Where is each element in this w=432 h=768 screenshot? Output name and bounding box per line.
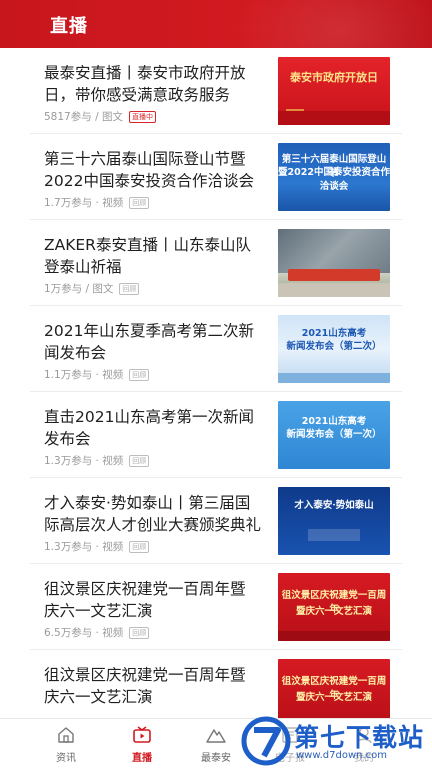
header-decoration: [232, 0, 432, 48]
item-thumbnail[interactable]: 徂汶景区庆祝建党一百周年 暨庆六一文艺汇演: [278, 573, 390, 641]
status-badge: 回顾: [129, 541, 150, 553]
thumbnail-text: 2021山东高考: [301, 416, 367, 427]
item-type: 视频: [102, 627, 124, 639]
item-meta: 6.5万参与 · 视频 回顾: [44, 625, 150, 640]
thumbnail-base: [278, 631, 390, 641]
item-type: 视频: [102, 541, 124, 553]
status-badge: 直播中: [128, 111, 156, 123]
list-item[interactable]: 最泰安直播丨泰安市政府开放日，带你感受满意政务服务 5817参与 / 图文 直播中…: [30, 48, 402, 134]
item-thumbnail[interactable]: 徂汶景区庆祝建党一百周年 暨庆六一文艺汇演: [278, 659, 390, 718]
list-item[interactable]: 2021年山东夏季高考第二次新闻发布会 1.1万参与 · 视频 回顾 2021山东…: [30, 306, 402, 392]
list-item[interactable]: 才入泰安·势如泰山丨第三届国际高层次人才创业大赛颁奖典礼 1.3万参与 · 视频…: [30, 478, 402, 564]
live-icon: [133, 726, 151, 743]
item-type: 视频: [102, 455, 124, 467]
tab-news[interactable]: 资讯: [30, 719, 102, 768]
item-participants: 5817参与: [44, 111, 92, 123]
item-title: ZAKER泰安直播丨山东泰山队登泰山祈福: [44, 236, 251, 276]
item-title: 徂汶景区庆祝建党一百周年暨 庆六一文艺汇演: [44, 580, 246, 620]
item-title: 才入泰安·势如泰山丨第三届国际高层次人才创业大赛颁奖典礼: [44, 494, 262, 534]
item-thumbnail[interactable]: 第三十六届泰山国际登山节 暨2022中国泰安投资合作洽谈会: [278, 143, 390, 211]
thumbnail-base: [278, 111, 390, 125]
live-list[interactable]: 最泰安直播丨泰安市政府开放日，带你感受满意政务服务 5817参与 / 图文 直播中…: [0, 48, 432, 718]
status-badge: 回顾: [119, 283, 140, 295]
list-item[interactable]: 徂汶景区庆祝建党一百周年暨 庆六一文艺汇演 徂汶景区庆祝建党一百周年 暨庆六一文…: [30, 650, 402, 718]
item-title: 第三十六届泰山国际登山节暨2022中国泰安投资合作洽谈会: [44, 150, 254, 190]
page-title: 直播: [50, 16, 88, 37]
home-icon: [58, 727, 74, 743]
site-watermark: 第七下载站 www.d7down.com: [240, 714, 430, 768]
item-type: 图文: [92, 283, 114, 295]
item-participants: 1万参与: [44, 283, 83, 295]
item-type: 图文: [101, 111, 123, 123]
item-title: 最泰安直播丨泰安市政府开放日，带你感受满意政务服务: [44, 64, 246, 104]
item-meta: 5817参与 / 图文 直播中: [44, 109, 156, 124]
item-title: 2021年山东夏季高考第二次新闻发布会: [44, 322, 254, 362]
thumbnail-ground: [278, 283, 390, 297]
item-title: 直击2021山东高考第一次新闻发布会: [44, 408, 254, 448]
item-participants: 1.7万参与: [44, 197, 93, 209]
thumbnail-highlight: [308, 529, 360, 541]
item-thumbnail[interactable]: 2021山东高考 新闻发布会（第二次）: [278, 315, 390, 383]
item-participants: 1.3万参与: [44, 541, 93, 553]
item-participants: 1.3万参与: [44, 455, 93, 467]
thumbnail-text: 才入泰安·势如泰山: [294, 500, 374, 511]
item-meta: 1.7万参与 · 视频 回顾: [44, 195, 150, 210]
item-title: 徂汶景区庆祝建党一百周年暨 庆六一文艺汇演: [44, 666, 246, 706]
watermark-url: www.d7down.com: [296, 750, 388, 761]
item-thumbnail[interactable]: 泰安市政府开放日: [278, 57, 390, 125]
app-header: 直播: [0, 0, 432, 48]
list-item[interactable]: 第三十六届泰山国际登山节暨2022中国泰安投资合作洽谈会 1.7万参与 · 视频…: [30, 134, 402, 220]
tab-label: 直播: [132, 753, 152, 764]
status-badge: 回顾: [129, 197, 150, 209]
tab-live[interactable]: 直播: [106, 719, 178, 768]
status-badge: 回顾: [129, 455, 150, 467]
thumbnail-text: 暨庆六一文艺汇演: [295, 692, 372, 703]
thumbnail-text: 泰安市政府开放日: [290, 71, 378, 84]
list-item[interactable]: 直击2021山东高考第一次新闻发布会 1.3万参与 · 视频 回顾 2021山东高…: [30, 392, 402, 478]
mountain-icon: [206, 729, 226, 743]
thumbnail-text: 暨庆六一文艺汇演: [295, 606, 372, 617]
thumbnail-band: [278, 373, 390, 383]
item-meta: 1.3万参与 · 视频 回顾: [44, 453, 150, 468]
list-item[interactable]: ZAKER泰安直播丨山东泰山队登泰山祈福 1万参与 / 图文 回顾: [30, 220, 402, 306]
item-thumbnail[interactable]: 2021山东高考 新闻发布会（第一次）: [278, 401, 390, 469]
item-meta: 1.3万参与 · 视频 回顾: [44, 539, 150, 554]
item-participants: 1.1万参与: [44, 369, 93, 381]
tab-label: 资讯: [56, 753, 76, 764]
watermark-logo-icon: [241, 716, 291, 766]
item-thumbnail[interactable]: [278, 229, 390, 297]
thumbnail-text: 暨2022中国泰安投资合作洽谈会: [278, 167, 390, 192]
status-badge: 回顾: [129, 369, 150, 381]
list-item[interactable]: 徂汶景区庆祝建党一百周年暨 庆六一文艺汇演 6.5万参与 · 视频 回顾 徂汶景区…: [30, 564, 402, 650]
item-thumbnail[interactable]: 才入泰安·势如泰山: [278, 487, 390, 555]
item-meta: 1.1万参与 · 视频 回顾: [44, 367, 150, 382]
thumbnail-text: 新闻发布会（第一次）: [286, 429, 382, 440]
thumbnail-text: 2021山东高考: [301, 328, 367, 339]
status-badge: 回顾: [129, 627, 150, 639]
item-participants: 6.5万参与: [44, 627, 93, 639]
thumbnail-mountain: [278, 229, 390, 273]
item-type: 视频: [102, 369, 124, 381]
watermark-text: 第七下载站: [294, 723, 425, 752]
item-meta: 1万参与 / 图文 回顾: [44, 281, 140, 296]
thumbnail-team-photo: [288, 269, 380, 281]
item-type: 视频: [102, 197, 124, 209]
thumbnail-text: 新闻发布会（第二次）: [286, 341, 382, 352]
